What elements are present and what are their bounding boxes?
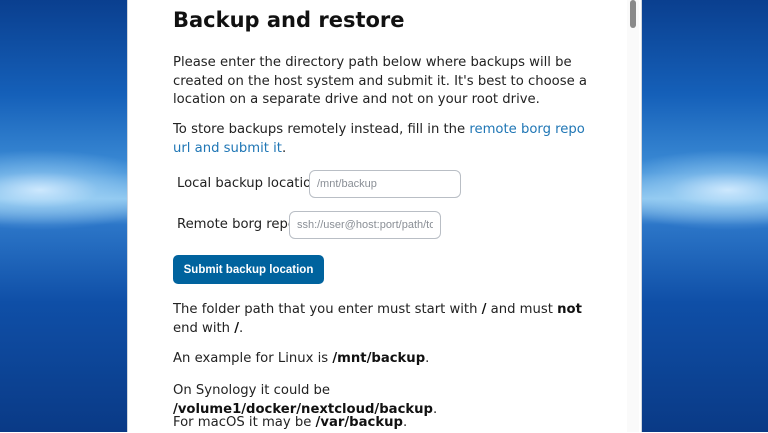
macos-example: For macOS it may be /var/backup. (173, 414, 593, 433)
path-rule-text-3: end with (173, 320, 235, 336)
remote-text-before: To store backups remotely instead, fill … (173, 122, 470, 137)
linux-prefix: An example for Linux is (173, 351, 333, 366)
remote-text-after: . (281, 140, 287, 156)
remote-paragraph: To store backups remotely instead, fill … (173, 121, 593, 158)
path-rule-text-1: The folder path that you enter must star… (173, 302, 482, 317)
submit-backup-location-button[interactable]: Submit backup location (173, 255, 324, 284)
remote-borg-label: Remote borg repo (177, 217, 296, 232)
scrollbar-track[interactable] (627, 0, 639, 432)
panel-border-right (641, 0, 642, 432)
synology-prefix: On Synology it could be (173, 383, 331, 398)
scrollbar-thumb[interactable] (630, 0, 636, 28)
path-rule-not: not (557, 302, 582, 317)
linux-suffix: . (425, 351, 430, 366)
path-rule-text-4: . (239, 320, 244, 336)
intro-paragraph: Please enter the directory path below wh… (173, 55, 587, 107)
linux-example: An example for Linux is /mnt/backup. (173, 350, 593, 369)
macos-prefix: For macOS it may be (173, 415, 316, 430)
page-title: Backup and restore (173, 8, 405, 32)
local-backup-input[interactable] (309, 170, 461, 198)
macos-suffix: . (402, 415, 408, 430)
local-backup-label: Local backup location (177, 176, 320, 191)
macos-path: /var/backup (315, 415, 403, 430)
path-rule-paragraph: The folder path that you enter must star… (173, 301, 593, 338)
path-rule-text-2: and must (486, 302, 558, 317)
linux-path: /mnt/backup (332, 351, 426, 366)
remote-borg-input[interactable] (289, 211, 441, 239)
